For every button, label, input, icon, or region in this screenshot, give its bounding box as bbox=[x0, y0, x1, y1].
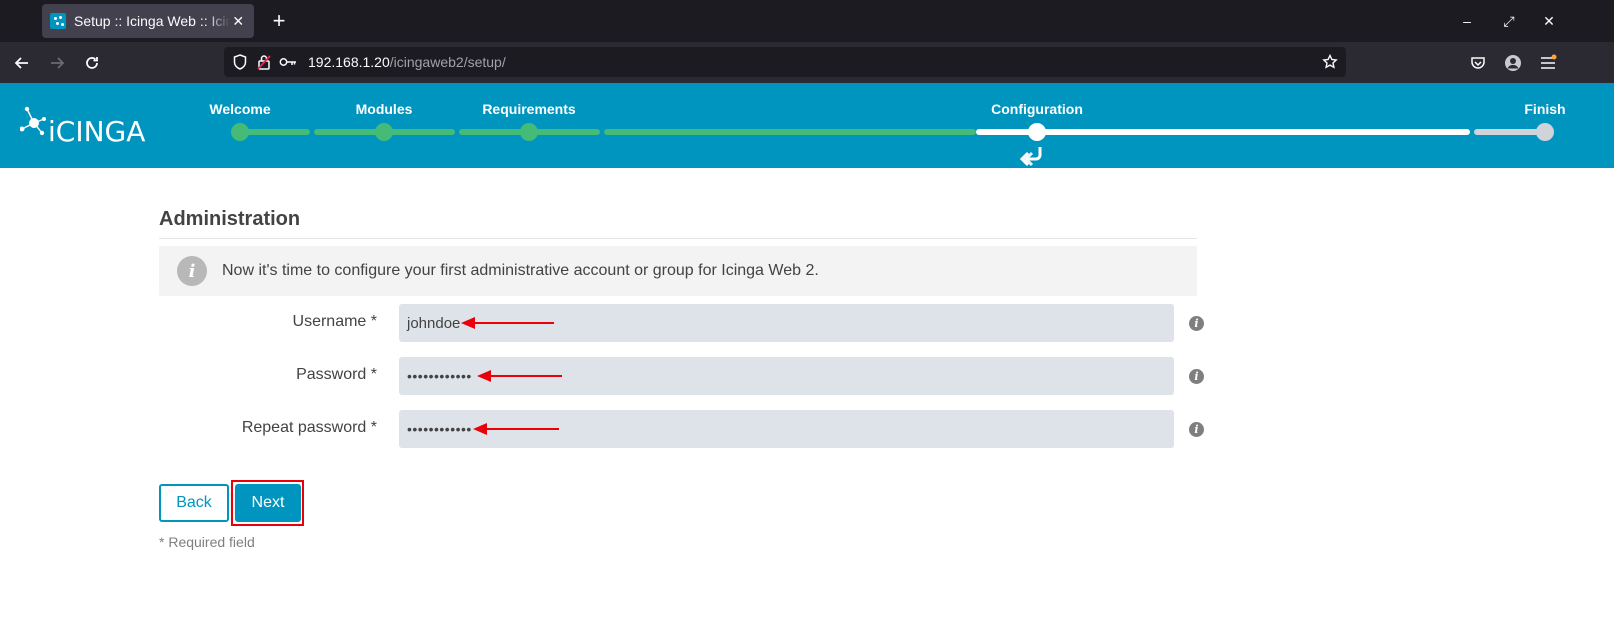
pocket-icon[interactable] bbox=[1464, 50, 1492, 76]
progress-segment-configuration-remaining bbox=[976, 129, 1470, 135]
repeat-password-value: •••••••••••• bbox=[407, 421, 472, 437]
username-help-icon[interactable]: i bbox=[1189, 316, 1204, 331]
maximize-button[interactable]: ⤢ bbox=[1498, 10, 1520, 32]
step-modules: Modules bbox=[355, 101, 413, 117]
menu-hamburger-icon[interactable] bbox=[1534, 50, 1562, 76]
annotation-arrow-password bbox=[477, 370, 562, 382]
forward-arrow-icon[interactable] bbox=[43, 50, 71, 76]
password-value: •••••••••••• bbox=[407, 368, 472, 384]
bookmark-star-icon[interactable] bbox=[1318, 50, 1342, 74]
progress-segment-configuration-done bbox=[604, 129, 976, 135]
form-actions: Back Next bbox=[159, 0, 359, 644]
annotation-arrow-repeat-password bbox=[473, 423, 559, 435]
minimize-button[interactable]: – bbox=[1456, 10, 1478, 32]
icinga-favicon-icon bbox=[50, 13, 66, 29]
annotation-arrow-username bbox=[461, 317, 554, 329]
reload-icon[interactable] bbox=[78, 50, 106, 76]
password-help-icon[interactable]: i bbox=[1189, 369, 1204, 384]
step-requirements: Requirements bbox=[482, 101, 576, 117]
step-dot-modules bbox=[375, 123, 393, 141]
icinga-logo: iCINGA bbox=[20, 101, 150, 153]
step-dot-finish bbox=[1536, 123, 1554, 141]
back-arrow-icon[interactable] bbox=[8, 50, 36, 76]
step-finish: Finish bbox=[1524, 101, 1566, 117]
repeat-password-help-icon[interactable]: i bbox=[1189, 422, 1204, 437]
address-bar[interactable]: 192.168.1.20/icingaweb2/setup/ bbox=[224, 47, 1346, 77]
url-path: /icingaweb2/setup/ bbox=[389, 54, 506, 70]
icinga-logo-text: iCINGA bbox=[48, 115, 146, 148]
step-dot-requirements bbox=[520, 123, 538, 141]
step-dot-configuration bbox=[1028, 123, 1046, 141]
account-avatar-icon[interactable] bbox=[1499, 50, 1527, 76]
close-window-button[interactable]: ✕ bbox=[1538, 10, 1560, 32]
step-configuration: Configuration bbox=[991, 101, 1083, 117]
next-button[interactable]: Next bbox=[235, 484, 301, 522]
current-step-return-icon bbox=[1019, 147, 1042, 167]
back-button[interactable]: Back bbox=[159, 484, 229, 522]
icinga-logo-icon bbox=[20, 106, 46, 136]
username-value: johndoe bbox=[407, 314, 461, 332]
